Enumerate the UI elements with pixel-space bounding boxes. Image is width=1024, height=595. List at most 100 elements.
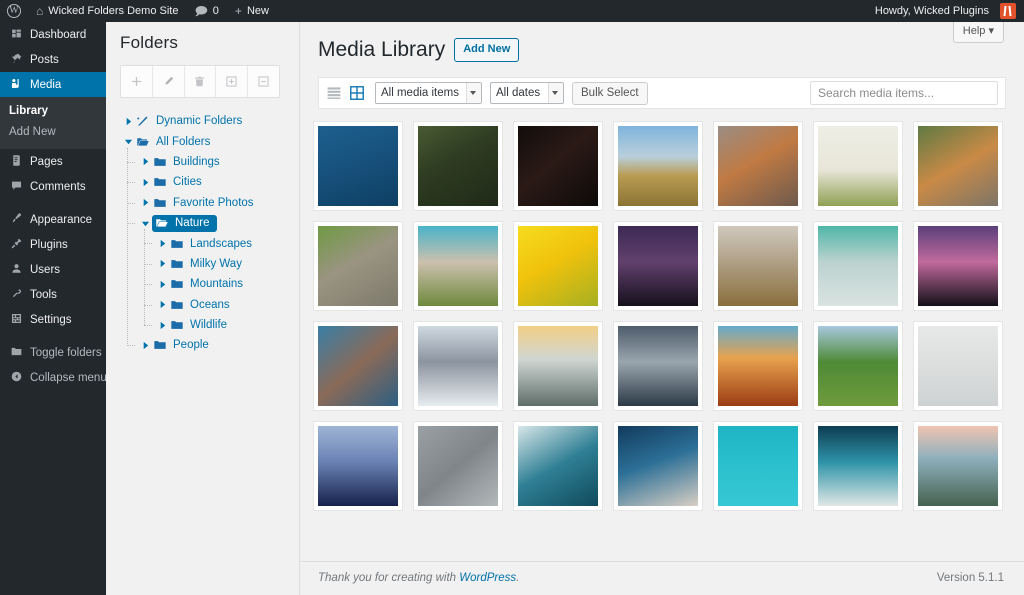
list-view-icon[interactable] [326,85,342,101]
media-item[interactable] [513,221,603,311]
folder-item-favorite-photos[interactable]: Favorite Photos [137,193,299,213]
media-item[interactable] [413,421,503,511]
media-item[interactable] [313,121,403,211]
submenu-item-add-new[interactable]: Add New [0,122,106,143]
site-name-label: Wicked Folders Demo Site [48,5,178,17]
chevron-right-icon[interactable] [137,157,153,166]
media-item[interactable] [513,121,603,211]
media-item[interactable] [713,421,803,511]
new-content-menu[interactable]: + New [227,0,277,22]
media-item[interactable] [613,221,703,311]
folder-item-milky-way[interactable]: Milky Way [154,254,299,274]
media-item[interactable] [813,221,903,311]
media-item[interactable] [413,221,503,311]
site-name-menu[interactable]: ⌂ Wicked Folders Demo Site [28,0,186,22]
submenu-item-library[interactable]: Library [0,101,106,122]
chevron-right-icon[interactable] [137,341,153,350]
collapse-all-button[interactable] [248,66,279,97]
edit-folder-button[interactable] [153,66,185,97]
media-item[interactable] [713,321,803,411]
sidebar-item-media[interactable]: Media [0,72,106,97]
folder-item-nature[interactable]: Nature [137,213,299,233]
chevron-right-icon[interactable] [137,178,153,187]
folder-node: Mountains [154,274,299,294]
media-item[interactable] [813,321,903,411]
media-item[interactable] [913,421,1003,511]
version-label: Version 5.1.1 [937,572,1004,584]
wordpress-link[interactable]: WordPress [459,572,516,584]
home-icon: ⌂ [36,5,43,17]
folder-item-mountains[interactable]: Mountains [154,274,299,294]
chevron-right-icon[interactable] [154,280,170,289]
media-item[interactable] [913,321,1003,411]
comments-count: 0 [213,5,219,17]
media-thumbnail-owl [318,226,398,306]
chevron-right-icon[interactable] [154,239,170,248]
media-item[interactable] [413,321,503,411]
folder-item-body: All Folders [136,135,210,149]
sidebar-item-comments[interactable]: Comments [0,174,106,199]
chevron-right-icon[interactable] [154,321,170,330]
media-item[interactable] [513,321,603,411]
sidebar-item-settings[interactable]: Settings [0,307,106,332]
account-menu[interactable]: Howdy, Wicked Plugins [867,0,1024,22]
media-item[interactable] [713,221,803,311]
media-item[interactable] [413,121,503,211]
folder-item-wildlife[interactable]: Wildlife [154,315,299,335]
sidebar-item-appearance[interactable]: Appearance [0,207,106,232]
folder-item-dynamic-folders[interactable]: Dynamic Folders [120,111,299,131]
media-item[interactable] [513,421,603,511]
sidebar-item-posts[interactable]: Posts [0,47,106,72]
grid-view-icon[interactable] [349,85,365,101]
chevron-down-icon[interactable] [137,219,153,228]
sidebar-item-pages[interactable]: Pages [0,149,106,174]
chevron-right-icon[interactable] [137,198,153,207]
chevron-right-icon[interactable] [154,300,170,309]
delete-folder-button[interactable] [185,66,217,97]
folder-icon [170,257,187,271]
media-item[interactable] [613,121,703,211]
media-item[interactable] [313,221,403,311]
search-input[interactable] [810,81,998,105]
media-item[interactable] [913,121,1003,211]
media-item[interactable] [713,121,803,211]
bulk-select-button[interactable]: Bulk Select [572,82,648,105]
media-item[interactable] [813,121,903,211]
sidebar-item-plugins[interactable]: Plugins [0,232,106,257]
add-new-button[interactable]: Add New [454,38,519,61]
media-thumbnail-fjord-clouds [618,326,698,406]
folder-item-cities[interactable]: Cities [137,172,299,192]
folder-item-all-folders[interactable]: All Folders [120,131,299,151]
media-item[interactable] [813,421,903,511]
sidebar-item-dashboard[interactable]: Dashboard [0,22,106,47]
expand-all-button[interactable] [216,66,248,97]
media-item[interactable] [913,221,1003,311]
date-filter[interactable]: All dates [490,82,564,104]
media-type-filter[interactable]: All media items [375,82,482,104]
chevron-right-icon[interactable] [120,117,136,126]
page-header: Media Library Add New [300,22,1024,62]
folder-item-people[interactable]: People [137,335,299,355]
chevron-down-icon[interactable] [120,137,136,146]
folder-item-landscapes[interactable]: Landscapes [154,233,299,253]
media-thumbnail-boat-aerial [818,426,898,506]
media-item[interactable] [613,321,703,411]
chevron-right-icon[interactable] [154,259,170,268]
help-button[interactable]: Help ▾ [953,22,1004,43]
media-thumbnail-kingfisher [418,126,498,206]
view-switcher [326,85,365,101]
media-item[interactable] [613,421,703,511]
wordpress-logo-menu[interactable]: W [0,0,28,22]
add-folder-button[interactable] [121,66,153,97]
folder-item-label: Cities [170,176,202,188]
sidebar-item-users[interactable]: Users [0,257,106,282]
sidebar-item-toggle-folders[interactable]: Toggle folders [0,340,106,365]
folder-node: Cities [137,172,299,192]
folder-item-buildings[interactable]: Buildings [137,152,299,172]
sidebar-item-collapse-menu[interactable]: Collapse menu [0,365,106,390]
comments-menu[interactable]: 🗩 0 [186,0,226,22]
sidebar-item-tools[interactable]: Tools [0,282,106,307]
media-item[interactable] [313,321,403,411]
folder-item-oceans[interactable]: Oceans [154,295,299,315]
media-item[interactable] [313,421,403,511]
